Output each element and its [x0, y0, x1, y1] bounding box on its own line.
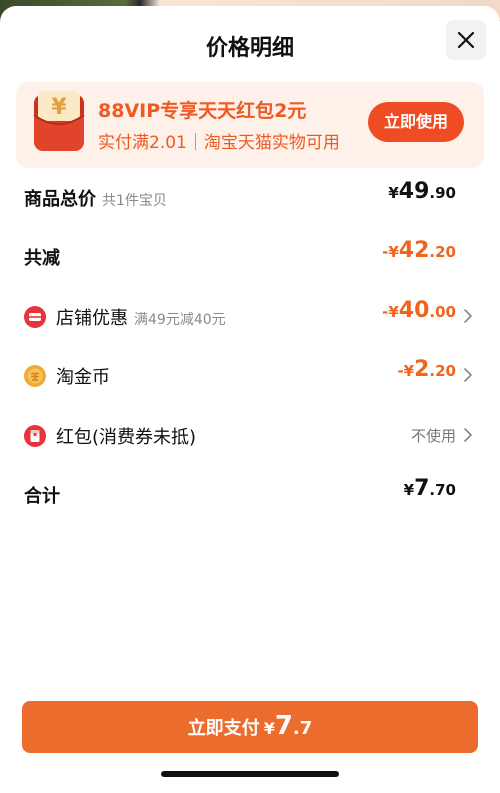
- row-label: 淘金币: [56, 367, 110, 388]
- row-label: 合计: [24, 486, 60, 507]
- goods-total-amount: ¥49.90: [388, 179, 456, 204]
- hongbao-yen-icon: ¥: [33, 91, 85, 151]
- row-total-goods: 商品总价 共1件宝贝 ¥49.90: [0, 177, 500, 217]
- total-discount-amount: -¥ 42.20: [382, 238, 456, 263]
- close-button[interactable]: [446, 20, 486, 60]
- row-label: 商品总价 共1件宝贝: [24, 189, 167, 210]
- row-label: 店铺优惠 满49元减40元: [56, 308, 226, 329]
- red-packet-status: 不使用: [410, 427, 456, 445]
- grand-total-amount: ¥7.70: [403, 476, 456, 501]
- close-icon: [457, 31, 475, 49]
- row-grand-total: 合计 ¥7.70: [0, 474, 500, 514]
- row-store-discount[interactable]: 店铺优惠 满49元减40元 -¥ 40.00: [0, 296, 500, 336]
- chevron-right-icon: [464, 368, 472, 382]
- promo-subtitle: 实付满2.01｜淘宝天猫实物可用: [98, 133, 340, 153]
- store-discount-rule: 满49元减40元: [134, 312, 226, 328]
- row-label: 红包(消费券未抵): [56, 427, 197, 448]
- row-total-discount: 共减 -¥ 42.20: [0, 236, 500, 276]
- taojinbi-coin-icon: [24, 365, 46, 387]
- vip-red-packet-banner: ¥ 88VIP专享天天红包2元 实付满2.01｜淘宝天猫实物可用 立即使用: [16, 82, 484, 168]
- page-title: 价格明细: [205, 36, 294, 61]
- promo-title: 88VIP专享天天红包2元: [98, 100, 307, 122]
- taojinbi-amount: -¥ 2.20: [397, 357, 456, 382]
- red-packet-icon: [24, 425, 46, 447]
- chevron-right-icon: [464, 309, 472, 323]
- row-taojinbi[interactable]: 淘金币 -¥ 2.20: [0, 355, 500, 395]
- row-red-packet[interactable]: 红包(消费券未抵) 不使用: [0, 415, 500, 455]
- store-discount-icon: [24, 306, 46, 328]
- pay-now-button[interactable]: 立即支付 ¥7.7: [22, 701, 478, 753]
- svg-text:¥: ¥: [51, 95, 67, 120]
- item-count-hint: 共1件宝贝: [102, 193, 167, 209]
- use-now-button[interactable]: 立即使用: [368, 102, 464, 142]
- store-discount-amount: -¥ 40.00: [382, 298, 456, 323]
- chevron-right-icon: [464, 428, 472, 442]
- price-detail-sheet: 价格明细 ¥ 88VIP专享天天红包2元 实付满2.01｜淘宝天猫实物可用 立即…: [0, 6, 500, 793]
- row-label: 共减: [24, 248, 60, 269]
- home-indicator: [161, 771, 339, 777]
